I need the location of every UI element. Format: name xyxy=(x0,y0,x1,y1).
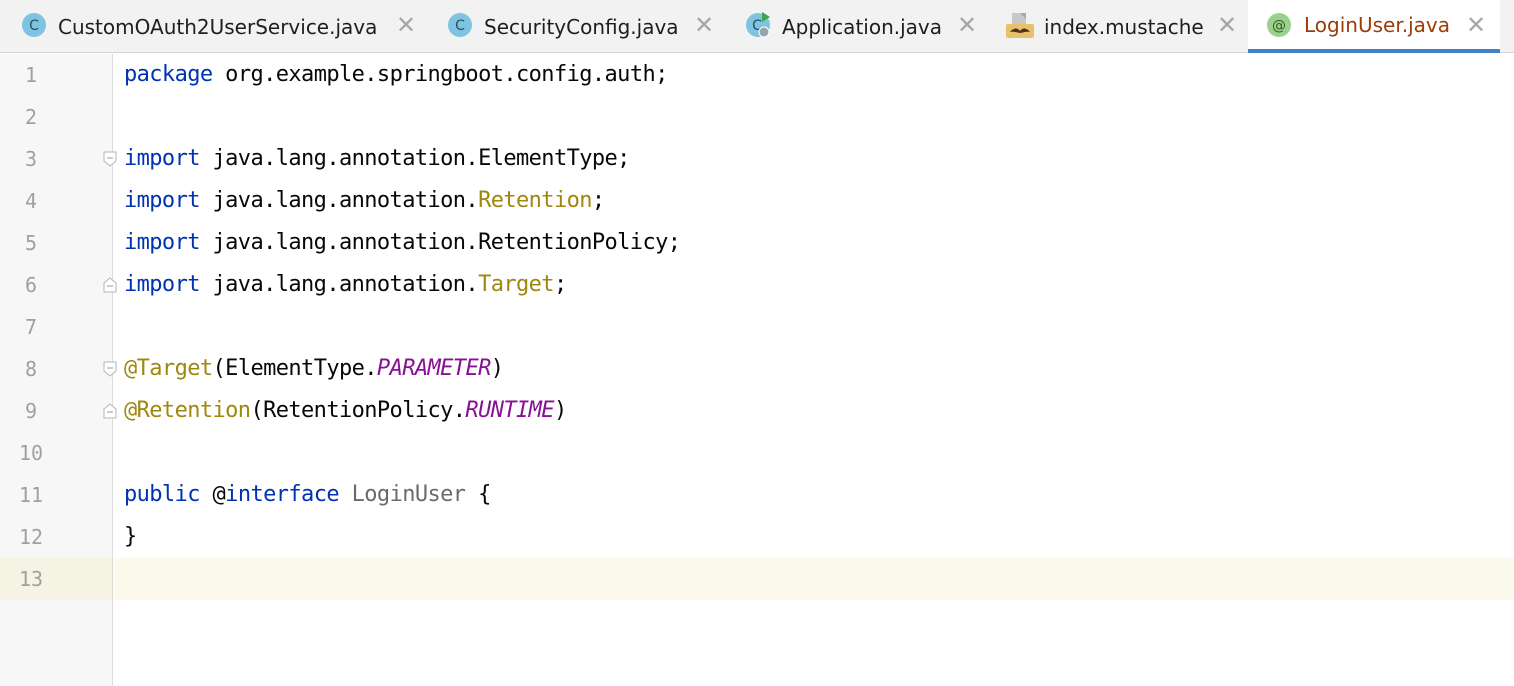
tab-label: index.mustache xyxy=(1044,14,1204,39)
tab-label: LoginUser.java xyxy=(1304,12,1450,37)
line-number: 5 xyxy=(24,231,38,255)
code-text: org.example.springboot.config.auth; xyxy=(212,62,668,87)
annotation: @Retention xyxy=(124,398,251,423)
close-icon[interactable]: ✕ xyxy=(1217,13,1237,37)
keyword: import xyxy=(124,272,200,297)
line-number: 10 xyxy=(18,441,44,465)
close-icon[interactable]: ✕ xyxy=(957,13,977,37)
code-text: ) xyxy=(553,398,567,423)
keyword: interface xyxy=(225,482,339,507)
tab-login-user[interactable]: @ LoginUser.java ✕ xyxy=(1248,0,1500,53)
caret-line-highlight xyxy=(0,558,1514,600)
enum-constant: RUNTIME xyxy=(465,398,554,423)
code-text: ) xyxy=(490,356,504,381)
svg-text:C: C xyxy=(455,18,465,34)
annotation-type: Target xyxy=(478,272,554,297)
code-line-1[interactable]: package org.example.springboot.config.au… xyxy=(124,54,668,96)
tab-label: Application.java xyxy=(782,14,943,39)
tab-index-mustache[interactable]: index.mustache ✕ xyxy=(987,0,1248,53)
code-line-12[interactable]: } xyxy=(124,516,137,558)
close-icon[interactable]: ✕ xyxy=(694,13,714,37)
code-line-8[interactable]: @Target(ElementType.PARAMETER) xyxy=(124,348,504,390)
fold-start-icon[interactable] xyxy=(103,361,117,377)
code-text: } xyxy=(124,524,137,549)
code-text: java.lang.annotation.RetentionPolicy; xyxy=(199,230,681,255)
line-number: 8 xyxy=(24,357,38,381)
editor-tab-bar: C CustomOAuth2UserService.java ✕ C Secur… xyxy=(0,0,1514,53)
code-text: { xyxy=(465,482,491,507)
code-line-3[interactable]: import java.lang.annotation.ElementType; xyxy=(124,138,630,180)
mustache-icon xyxy=(1006,13,1034,38)
line-number: 2 xyxy=(24,105,38,129)
code-line-9[interactable]: @Retention(RetentionPolicy.RUNTIME) xyxy=(124,390,567,432)
line-number: 12 xyxy=(18,525,44,549)
code-line-11[interactable]: public @interface LoginUser { xyxy=(124,474,491,516)
annotation: @Target xyxy=(124,356,213,381)
svg-text:C: C xyxy=(29,18,39,34)
keyword: import xyxy=(124,230,200,255)
line-number: 13 xyxy=(18,567,44,591)
tab-security-config[interactable]: C SecurityConfig.java ✕ xyxy=(425,0,725,53)
code-text: java.lang.annotation.ElementType; xyxy=(199,146,631,171)
close-icon[interactable]: ✕ xyxy=(1466,13,1486,37)
code-line-4[interactable]: import java.lang.annotation.Retention; xyxy=(124,180,605,222)
code-text: java.lang.annotation. xyxy=(199,188,479,213)
code-text: ; xyxy=(591,188,605,213)
line-number: 6 xyxy=(24,273,38,297)
code-text: java.lang.annotation. xyxy=(199,272,479,297)
tab-application[interactable]: C Application.java ✕ xyxy=(725,0,987,53)
keyword: package xyxy=(124,62,213,87)
line-number: 3 xyxy=(24,147,38,171)
code-line-6[interactable]: import java.lang.annotation.Target; xyxy=(124,264,567,306)
type-name: LoginUser xyxy=(338,482,466,507)
tab-label: CustomOAuth2UserService.java xyxy=(58,14,378,39)
class-icon: C xyxy=(22,13,46,37)
code-text: @ xyxy=(199,482,226,507)
code-text: ; xyxy=(553,272,567,297)
annotation-type: Retention xyxy=(478,188,592,213)
annotation-icon: @ xyxy=(1267,13,1291,37)
code-text: (ElementType. xyxy=(212,356,378,381)
line-number: 9 xyxy=(24,399,38,423)
line-number: 4 xyxy=(24,189,38,213)
code-line-5[interactable]: import java.lang.annotation.RetentionPol… xyxy=(124,222,681,264)
svg-text:@: @ xyxy=(1272,18,1286,34)
keyword: import xyxy=(124,146,200,171)
class-icon: C xyxy=(448,13,472,37)
line-number: 7 xyxy=(24,315,38,339)
fold-start-icon[interactable] xyxy=(103,151,117,167)
runnable-class-icon: C xyxy=(746,12,770,38)
keyword: public xyxy=(124,482,200,507)
line-number: 1 xyxy=(24,63,38,87)
tab-custom-oauth2-user-service[interactable]: C CustomOAuth2UserService.java ✕ xyxy=(0,0,425,53)
enum-constant: PARAMETER xyxy=(376,356,491,381)
fold-end-icon[interactable] xyxy=(103,277,117,293)
fold-end-icon[interactable] xyxy=(103,403,117,419)
keyword: import xyxy=(124,188,200,213)
code-text: (RetentionPolicy. xyxy=(250,398,466,423)
close-icon[interactable]: ✕ xyxy=(396,13,416,37)
tab-label: SecurityConfig.java xyxy=(484,14,679,39)
line-number: 11 xyxy=(18,483,44,507)
